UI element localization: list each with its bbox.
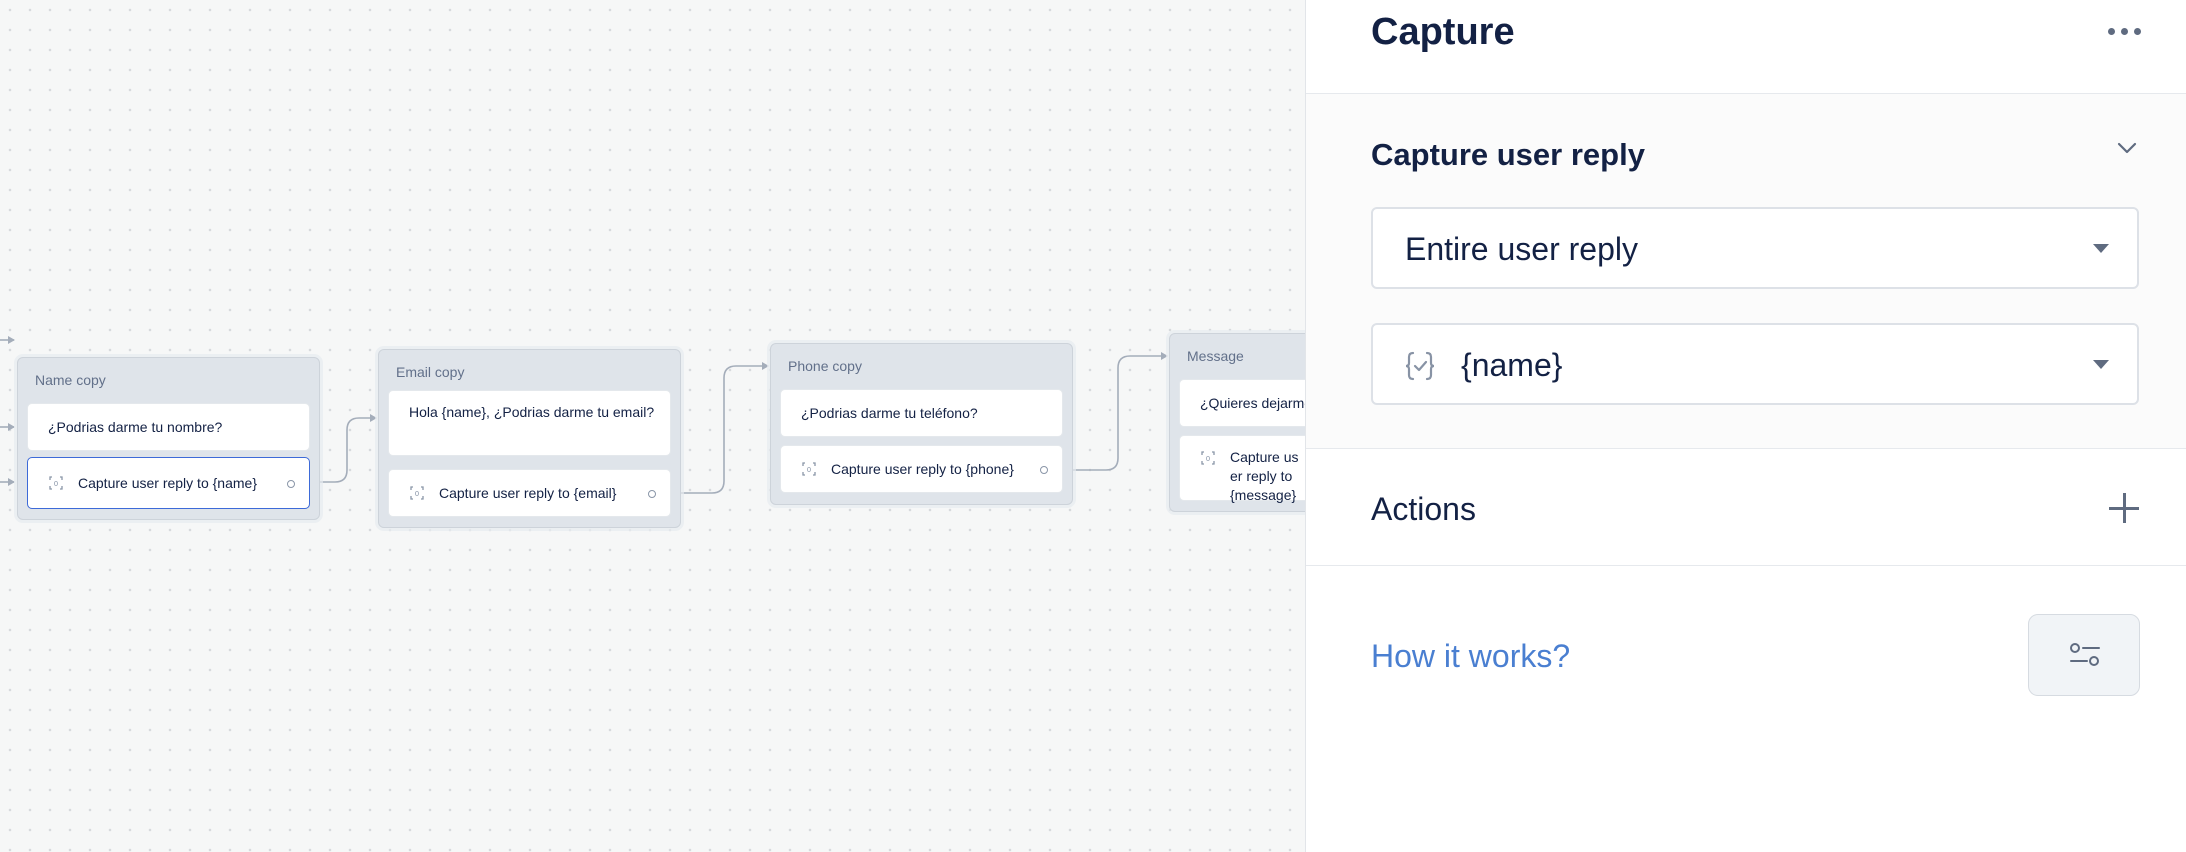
output-port[interactable]	[648, 490, 656, 498]
more-dot	[2121, 28, 2128, 35]
block-name-copy[interactable]: Name copy ¿Podrias darme tu nombre? 0 Ca…	[17, 357, 320, 520]
svg-text:0: 0	[1206, 455, 1210, 463]
capture-icon: 0	[1201, 451, 1215, 465]
step-text: ¿Podrias darme tu nombre?	[48, 419, 223, 435]
block-title: Name copy	[35, 372, 106, 388]
connector-arrow	[8, 336, 15, 344]
connector-arrow	[370, 414, 377, 422]
step-text: ¿Quieres dejarme	[1200, 395, 1305, 411]
block-title: Email copy	[396, 364, 465, 380]
svg-text:0: 0	[415, 490, 419, 498]
capture-step[interactable]: 0 Capture user reply to {message}	[1179, 435, 1305, 503]
output-port[interactable]	[287, 480, 295, 488]
connector-phone-to-message	[1064, 355, 1167, 471]
select-value: Entire user reply	[1405, 231, 1638, 267]
capture-icon: 0	[49, 476, 63, 490]
capture-reply-section: Capture user reply Entire user reply {na…	[1306, 94, 2186, 449]
capture-step[interactable]: 0 Capture user reply to {email}	[388, 469, 671, 517]
connector-email-to-phone	[672, 365, 768, 494]
more-horizontal-icon	[2108, 28, 2115, 35]
variable-select[interactable]: {name}	[1371, 323, 2139, 405]
reply-type-select[interactable]: Entire user reply	[1371, 207, 2139, 289]
connector-arrow	[1161, 352, 1168, 360]
capture-side-panel: Capture Capture user reply Entire user r…	[1305, 0, 2186, 852]
more-dot	[2134, 28, 2141, 35]
panel-title: Capture	[1371, 11, 1515, 53]
caret-down-icon	[2093, 360, 2109, 369]
variable-braces-icon	[1405, 351, 1435, 381]
capture-step[interactable]: 0 Capture user reply to {name}	[27, 457, 310, 509]
svg-text:0: 0	[54, 480, 58, 488]
capture-step[interactable]: 0 Capture user reply to {phone}	[780, 445, 1063, 493]
block-email-copy[interactable]: Email copy Hola {name}, ¿Podrias darme t…	[378, 349, 681, 528]
block-title: Message	[1187, 348, 1244, 364]
more-options-button[interactable]	[2108, 22, 2144, 42]
select-value: {name}	[1461, 347, 1563, 383]
how-it-works-link[interactable]: How it works?	[1371, 638, 1570, 675]
output-port[interactable]	[1040, 466, 1048, 474]
step-text: Capture user reply to {phone}	[831, 461, 1014, 477]
panel-header: Capture	[1306, 0, 2186, 94]
connector-arrow	[8, 478, 15, 486]
actions-section: Actions	[1306, 449, 2186, 566]
step-text: Capture user reply to {name}	[78, 475, 257, 491]
text-step[interactable]: ¿Podrias darme tu nombre?	[27, 403, 310, 451]
add-action-button[interactable]	[2109, 493, 2139, 523]
step-text: Capture user reply to {message}	[1230, 449, 1299, 503]
text-step[interactable]: ¿Quieres dejarme	[1179, 379, 1305, 427]
connector-arrow	[762, 362, 769, 370]
block-message[interactable]: Message ¿Quieres dejarme 0 Capture user …	[1169, 333, 1305, 512]
sliders-icon	[2070, 643, 2100, 666]
step-text: ¿Podrias darme tu teléfono?	[801, 405, 978, 421]
capture-icon: 0	[802, 462, 816, 476]
block-phone-copy[interactable]: Phone copy ¿Podrias darme tu teléfono? 0…	[770, 343, 1073, 505]
step-text: Capture user reply to {email}	[439, 485, 617, 501]
caret-down-icon	[2093, 244, 2109, 253]
capture-icon: 0	[410, 486, 424, 500]
block-title: Phone copy	[788, 358, 862, 374]
svg-text:0: 0	[807, 466, 811, 474]
section-title: Capture user reply	[1371, 137, 1645, 172]
text-step[interactable]: ¿Podrias darme tu teléfono?	[780, 389, 1063, 437]
step-text: Hola {name}, ¿Podrias darme tu email?	[409, 404, 655, 420]
connector-arrow	[8, 423, 15, 431]
settings-button[interactable]	[2028, 614, 2140, 696]
text-step[interactable]: Hola {name}, ¿Podrias darme tu email?	[388, 390, 671, 456]
actions-title: Actions	[1371, 491, 1476, 527]
flow-canvas[interactable]: Name copy ¿Podrias darme tu nombre? 0 Ca…	[0, 0, 1305, 852]
chevron-down-icon[interactable]	[2116, 137, 2138, 159]
